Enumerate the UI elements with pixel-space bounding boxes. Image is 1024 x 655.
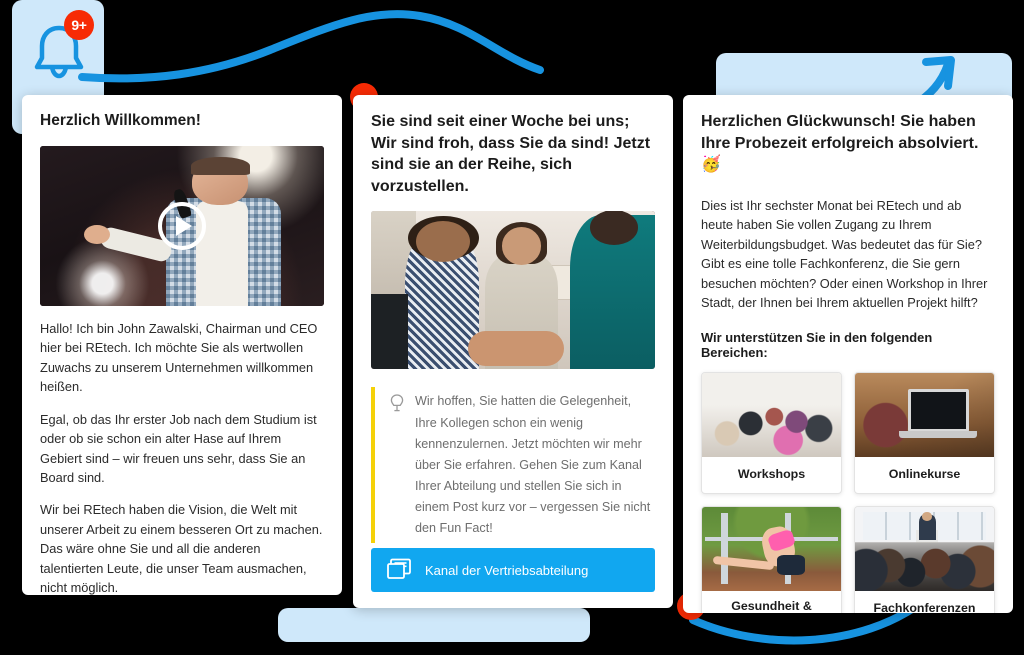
tile-health-wellness[interactable]: Gesundheit & Wellness xyxy=(701,505,842,613)
handshake-photo xyxy=(371,211,655,370)
benefit-tiles: Workshops Onlinekurse Gesundheit & Fachk… xyxy=(701,372,995,613)
tile-workshops-label: Workshops xyxy=(737,467,806,482)
card1-title: Herzlich Willkommen! xyxy=(40,112,201,129)
probation-complete-card: Herzlichen Glückwunsch! Sie haben Ihre P… xyxy=(683,95,1013,613)
screenshot-stage: 9+ Herzlich Willkommen! Hallo! Ich bin J… xyxy=(0,0,1024,655)
channel-cta-button[interactable]: Kanal der Vertriebsabteilung xyxy=(371,548,655,592)
welcome-video-thumbnail[interactable] xyxy=(40,145,324,306)
tile-conferences-image xyxy=(855,506,994,591)
tile-workshops-image xyxy=(702,373,841,458)
card3-title: Herzlichen Glückwunsch! Sie haben Ihre P… xyxy=(701,113,979,174)
card2-title: Sie sind seit einer Woche bei uns; Wir s… xyxy=(371,113,651,195)
tile-workshops[interactable]: Workshops xyxy=(701,372,842,494)
channels-icon xyxy=(387,558,413,583)
tile-health-wellness-image xyxy=(702,506,841,591)
notification-count-badge: 9+ xyxy=(64,10,94,40)
card1-paragraph-2: Egal, ob das Ihr erster Job nach dem Stu… xyxy=(40,411,317,485)
tile-conferences[interactable]: Fachkonferenzen xyxy=(854,505,995,613)
decorative-panel-bottom xyxy=(278,608,590,642)
notification-bell[interactable]: 9+ xyxy=(30,10,94,80)
channel-cta-label: Kanal der Vertriebsabteilung xyxy=(425,562,589,578)
introduce-yourself-card: Sie sind seit einer Woche bei uns; Wir s… xyxy=(353,95,673,608)
tip-text: Wir hoffen, Sie hatten die Gelegenheit, … xyxy=(415,394,651,536)
tile-conferences-label: Fachkonferenzen xyxy=(873,600,976,613)
tile-online-courses-label: Onlinekurse xyxy=(888,467,961,482)
card3-body: Dies ist Ihr sechster Monat bei REtech u… xyxy=(701,197,988,310)
tile-online-courses[interactable]: Onlinekurse xyxy=(854,372,995,494)
lightbulb-icon xyxy=(389,393,405,539)
tip-callout: Wir hoffen, Sie hatten die Gelegenheit, … xyxy=(371,387,655,544)
welcome-card: Herzlich Willkommen! Hallo! Ich bin John… xyxy=(22,95,342,595)
card3-lead: Wir unterstützen Sie in den folgenden Be… xyxy=(701,330,933,361)
tile-online-courses-image xyxy=(855,373,994,458)
play-icon[interactable] xyxy=(158,201,206,250)
card1-paragraph-1: Hallo! Ich bin John Zawalski, Chairman u… xyxy=(40,320,318,395)
tile-health-wellness-label: Gesundheit & Wellness xyxy=(731,598,812,613)
card1-paragraph-3: Wir bei REtech haben die Vision, die Wel… xyxy=(40,502,323,595)
